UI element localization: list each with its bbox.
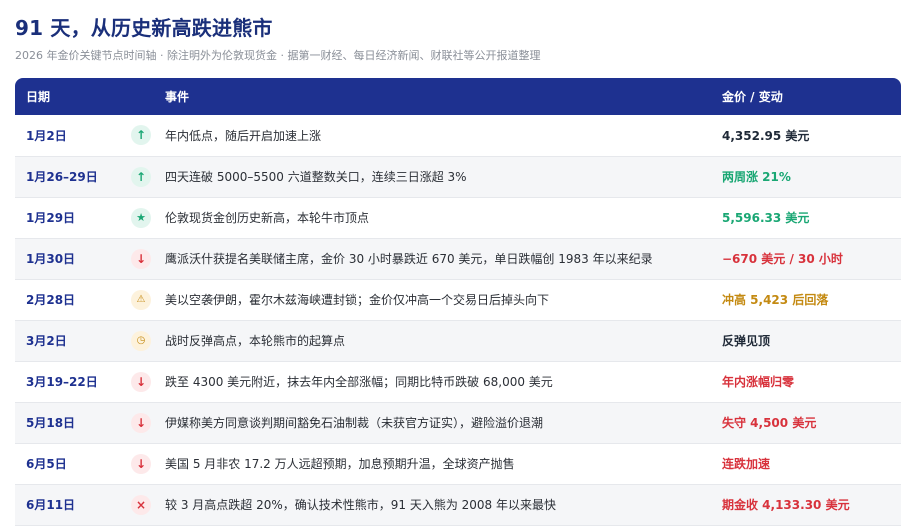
- warning-icon: ⚠: [131, 289, 151, 310]
- row-date: 2月28日: [15, 279, 123, 321]
- table-row: 1月26–29日 ↑ 四天连破 5000–5500 六道整数关口，连续三日涨超 3%…: [15, 156, 901, 198]
- row-event: 四天连破 5000–5500 六道整数关口，连续三日涨超 3%: [165, 156, 722, 198]
- table-row: 1月2日 ↑ 年内低点，随后开启加速上涨 4,352.95 美元: [15, 115, 901, 157]
- row-event: 较 3 月高点跌超 20%，确认技术性熊市，91 天入熊为 2008 年以来最快: [165, 484, 722, 526]
- cross-icon: ×: [131, 494, 151, 515]
- table-row: 1月30日 ↓ 鹰派沃什获提名美联储主席，金价 30 小时暴跌近 670 美元，单日…: [15, 238, 901, 280]
- arrow-up-icon: ↑: [131, 125, 151, 146]
- row-date: 1月30日: [15, 238, 123, 280]
- row-date: 3月19–22日: [15, 361, 123, 403]
- arrow-down-icon: ↓: [131, 371, 151, 392]
- row-icon-cell: ↑: [123, 156, 165, 198]
- table-row: 1月29日 ★ 伦敦现货金创历史新高，本轮牛市顶点 5,596.33 美元: [15, 197, 901, 239]
- page: 91 天，从历史新高跌进熊市 2026 年金价关键节点时间轴 · 除注明外为伦敦…: [0, 0, 909, 531]
- timeline-table: 日期 事件 金价 / 变动 1月2日 ↑ 年内低点，随后开启加速上涨 4,352.95…: [15, 78, 901, 526]
- row-date: 6月5日: [15, 443, 123, 485]
- table-row: 5月18日 ↓ 伊媒称美方同意谈判期间豁免石油制裁（未获官方证实），避险溢价退潮 失守…: [15, 402, 901, 444]
- page-subtitle: 2026 年金价关键节点时间轴 · 除注明外为伦敦现货金 · 据第一财经、每日经…: [15, 49, 541, 62]
- row-icon-cell: ◷: [123, 320, 165, 362]
- row-icon-cell: ⚠: [123, 279, 165, 321]
- table-header-row: 日期 事件 金价 / 变动: [15, 78, 901, 115]
- row-price-change: 反弹见顶: [722, 320, 901, 362]
- row-event: 跌至 4300 美元附近，抹去年内全部涨幅；同期比特币跌破 68,000 美元: [165, 361, 722, 403]
- row-date: 3月2日: [15, 320, 123, 362]
- row-icon-cell: ↓: [123, 361, 165, 403]
- clock-icon: ◷: [131, 330, 151, 351]
- table-body: 1月2日 ↑ 年内低点，随后开启加速上涨 4,352.95 美元 1月26–29日 ↑ 四天…: [15, 115, 901, 526]
- arrow-down-icon: ↓: [131, 248, 151, 269]
- timeline-table-container: 日期 事件 金价 / 变动 1月2日 ↑ 年内低点，随后开启加速上涨 4,352.95…: [15, 78, 901, 526]
- column-header-date: 日期: [15, 78, 123, 115]
- row-event: 战时反弹高点，本轮熊市的起算点: [165, 320, 722, 362]
- row-date: 1月26–29日: [15, 156, 123, 198]
- row-event: 美国 5 月非农 17.2 万人远超预期，加息预期升温，全球资产抛售: [165, 443, 722, 485]
- row-icon-cell: ★: [123, 197, 165, 239]
- table-header: 日期 事件 金价 / 变动: [15, 78, 901, 115]
- table-row: 2月28日 ⚠ 美以空袭伊朗，霍尔木兹海峡遭封锁；金价仅冲高一个交易日后掉头向下 冲高…: [15, 279, 901, 321]
- table-row: 6月11日 × 较 3 月高点跌超 20%，确认技术性熊市，91 天入熊为 2008…: [15, 484, 901, 526]
- row-icon-cell: ↑: [123, 115, 165, 157]
- row-event: 美以空袭伊朗，霍尔木兹海峡遭封锁；金价仅冲高一个交易日后掉头向下: [165, 279, 722, 321]
- column-header-change: 金价 / 变动: [722, 78, 901, 115]
- row-price-change: 5,596.33 美元: [722, 197, 901, 239]
- row-price-change: 失守 4,500 美元: [722, 402, 901, 444]
- star-icon: ★: [131, 207, 151, 228]
- row-date: 1月2日: [15, 115, 123, 157]
- table-row: 6月5日 ↓ 美国 5 月非农 17.2 万人远超预期，加息预期升温，全球资产抛售连…: [15, 443, 901, 485]
- arrow-up-icon: ↑: [131, 166, 151, 187]
- column-header-event: 事件: [165, 78, 722, 115]
- page-title: 91 天，从历史新高跌进熊市: [15, 16, 273, 40]
- row-icon-cell: ↓: [123, 443, 165, 485]
- row-price-change: 冲高 5,423 后回落: [722, 279, 901, 321]
- row-price-change: 两周涨 21%: [722, 156, 901, 198]
- row-icon-cell: ×: [123, 484, 165, 526]
- row-event: 鹰派沃什获提名美联储主席，金价 30 小时暴跌近 670 美元，单日跌幅创 19…: [165, 238, 722, 280]
- row-price-change: 期金收 4,133.30 美元: [722, 484, 901, 526]
- arrow-down-icon: ↓: [131, 412, 151, 433]
- table-row: 3月19–22日 ↓ 跌至 4300 美元附近，抹去年内全部涨幅；同期比特币跌破 6…: [15, 361, 901, 403]
- row-event: 年内低点，随后开启加速上涨: [165, 115, 722, 157]
- column-header-icon: [123, 78, 165, 115]
- row-date: 1月29日: [15, 197, 123, 239]
- row-date: 5月18日: [15, 402, 123, 444]
- row-price-change: 年内涨幅归零: [722, 361, 901, 403]
- row-icon-cell: ↓: [123, 402, 165, 444]
- row-price-change: −670 美元 / 30 小时: [722, 238, 901, 280]
- row-price-change: 连跌加速: [722, 443, 901, 485]
- row-icon-cell: ↓: [123, 238, 165, 280]
- table-row: 3月2日 ◷ 战时反弹高点，本轮熊市的起算点 反弹见顶: [15, 320, 901, 362]
- row-event: 伦敦现货金创历史新高，本轮牛市顶点: [165, 197, 722, 239]
- row-price-change: 4,352.95 美元: [722, 115, 901, 157]
- row-date: 6月11日: [15, 484, 123, 526]
- arrow-down-icon: ↓: [131, 453, 151, 474]
- row-event: 伊媒称美方同意谈判期间豁免石油制裁（未获官方证实），避险溢价退潮: [165, 402, 722, 444]
